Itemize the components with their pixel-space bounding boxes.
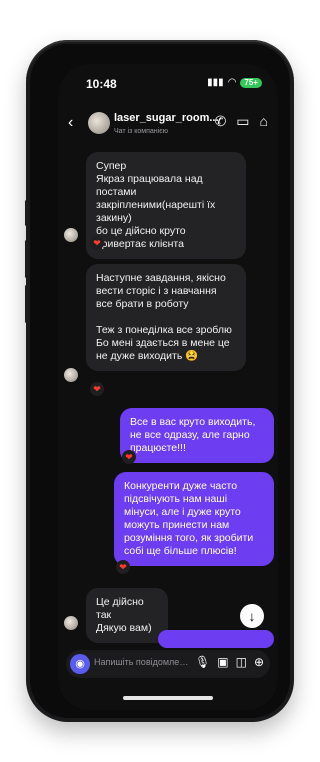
tag-icon[interactable]: ⌂ xyxy=(260,113,268,130)
back-icon[interactable]: ‹ xyxy=(68,114,73,132)
image-icon[interactable]: ▣ xyxy=(217,655,228,669)
battery-icon: 75+ xyxy=(240,77,262,88)
header-actions: ✆ ▭ ⌂ xyxy=(215,113,268,130)
home-indicator[interactable] xyxy=(123,696,213,700)
message-composer: ◉ Напишіть повідомлення... 🎙 ▣ ◫ ⊕ xyxy=(66,650,270,678)
camera-icon[interactable]: ◉ xyxy=(70,654,90,674)
message-incoming[interactable]: Наступне завдання, якісно вести сторіс і… xyxy=(86,264,246,371)
side-button xyxy=(25,285,28,323)
message-incoming[interactable]: Супер Якраз працювала над постами закріп… xyxy=(86,152,246,259)
status-icons: ▮▮▮ ◠ 75+ xyxy=(207,77,262,88)
reaction-heart-icon[interactable]: ❤ xyxy=(90,382,104,396)
sender-avatar xyxy=(64,228,78,242)
message-input[interactable]: Напишіть повідомлення... xyxy=(94,657,190,667)
reaction-heart-icon[interactable]: ❤ xyxy=(116,560,130,574)
message-outgoing-partial[interactable] xyxy=(158,630,274,648)
status-time: 10:48 xyxy=(86,77,117,91)
phone-mockup: 10:48 ▮▮▮ ◠ 75+ ‹ laser_sugar_room... Ча… xyxy=(0,0,302,762)
avatar[interactable] xyxy=(88,112,110,134)
wifi-icon: ◠ xyxy=(227,77,237,88)
reaction-heart-icon[interactable]: ❤ xyxy=(90,236,104,250)
scroll-down-button[interactable]: ↓ xyxy=(240,604,264,628)
signal-icon: ▮▮▮ xyxy=(207,77,224,88)
chat-subtitle: Чат із компанією xyxy=(114,128,169,135)
message-outgoing[interactable]: Конкуренти дуже часто підсвічують нам на… xyxy=(114,472,274,566)
side-button xyxy=(25,200,28,226)
plus-icon[interactable]: ⊕ xyxy=(254,655,264,669)
message-outgoing[interactable]: Все в вас круто виходить, не все одразу,… xyxy=(120,408,274,463)
side-button xyxy=(25,240,28,278)
chat-screen: 10:48 ▮▮▮ ◠ 75+ ‹ laser_sugar_room... Ча… xyxy=(58,64,278,710)
phone-icon[interactable]: ✆ xyxy=(215,113,227,130)
message-incoming[interactable]: Це дійсно так Дякую вам) xyxy=(86,588,168,643)
sticker-icon[interactable]: ◫ xyxy=(236,655,247,669)
reaction-heart-icon[interactable]: ❤ xyxy=(122,450,136,464)
composer-tools: 🎙 ▣ ◫ ⊕ xyxy=(195,655,264,669)
video-icon[interactable]: ▭ xyxy=(236,113,249,130)
status-bar: 10:48 ▮▮▮ ◠ 75+ xyxy=(58,64,278,104)
mic-icon[interactable]: 🎙 xyxy=(195,655,210,669)
chat-title[interactable]: laser_sugar_room... xyxy=(114,112,219,124)
chat-header: ‹ laser_sugar_room... Чат із компанією ✆… xyxy=(58,104,278,144)
sender-avatar xyxy=(64,616,78,630)
sender-avatar xyxy=(64,368,78,382)
